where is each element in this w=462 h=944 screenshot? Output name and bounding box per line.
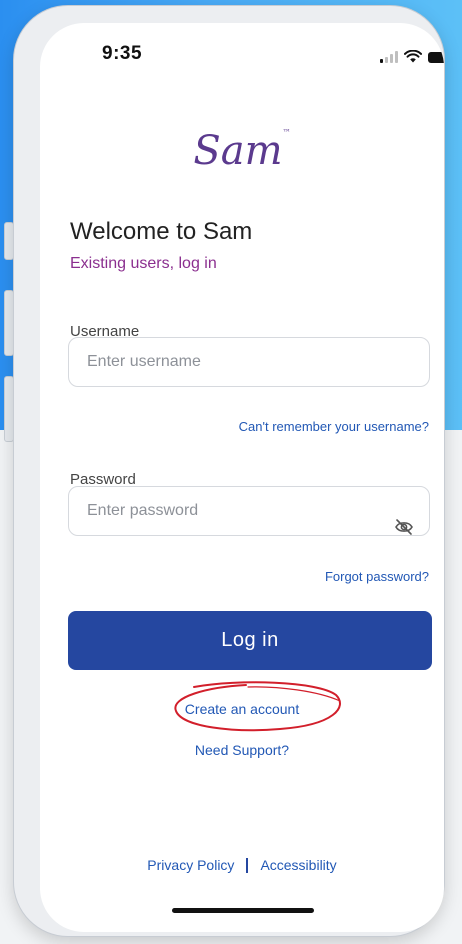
footer-links: Privacy Policy Accessibility [40, 857, 444, 873]
cellular-signal-icon [380, 51, 398, 63]
phone-volume-down-button [4, 376, 14, 442]
login-button[interactable]: Log in [68, 611, 432, 670]
status-time: 9:35 [102, 43, 143, 64]
wifi-icon [404, 50, 422, 63]
footer-separator [246, 858, 249, 873]
forgot-password-link[interactable]: Forgot password? [325, 569, 429, 584]
status-icons [380, 50, 444, 63]
login-screen: 9:35 Sam™ Welcome to Sam Existing users,… [40, 23, 444, 932]
page-subtitle: Existing users, log in [70, 255, 217, 272]
accessibility-link[interactable]: Accessibility [260, 857, 336, 873]
home-indicator[interactable] [172, 908, 314, 913]
phone-side-button [4, 222, 14, 260]
username-input[interactable] [68, 337, 430, 387]
page-title: Welcome to Sam [70, 218, 253, 245]
privacy-policy-link[interactable]: Privacy Policy [147, 857, 234, 873]
sam-logo: Sam™ [40, 128, 444, 174]
logo-trademark: ™ [282, 128, 291, 137]
need-support-link[interactable]: Need Support? [40, 742, 444, 758]
eye-slash-icon[interactable] [394, 518, 414, 536]
annotation-circle [174, 681, 341, 732]
password-input[interactable] [68, 486, 430, 536]
battery-icon [428, 52, 444, 63]
phone-volume-up-button [4, 290, 14, 356]
logo-text: Sam [193, 128, 283, 174]
phone-frame: 9:35 Sam™ Welcome to Sam Existing users,… [14, 6, 444, 936]
forgot-username-link[interactable]: Can't remember your username? [239, 419, 429, 434]
